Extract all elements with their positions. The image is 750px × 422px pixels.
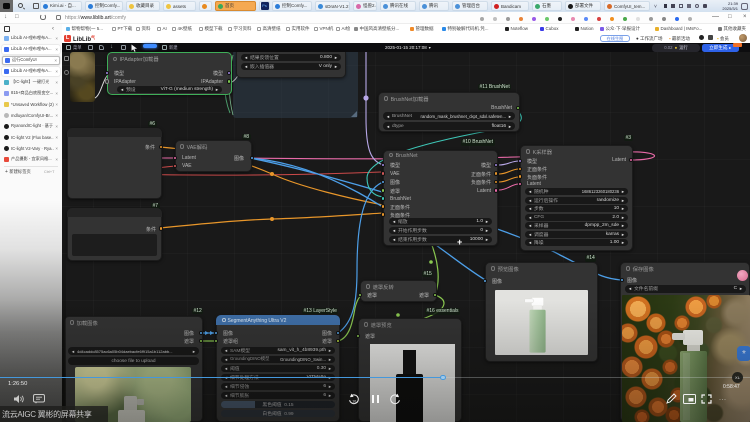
svg-text:10: 10 <box>352 399 356 403</box>
